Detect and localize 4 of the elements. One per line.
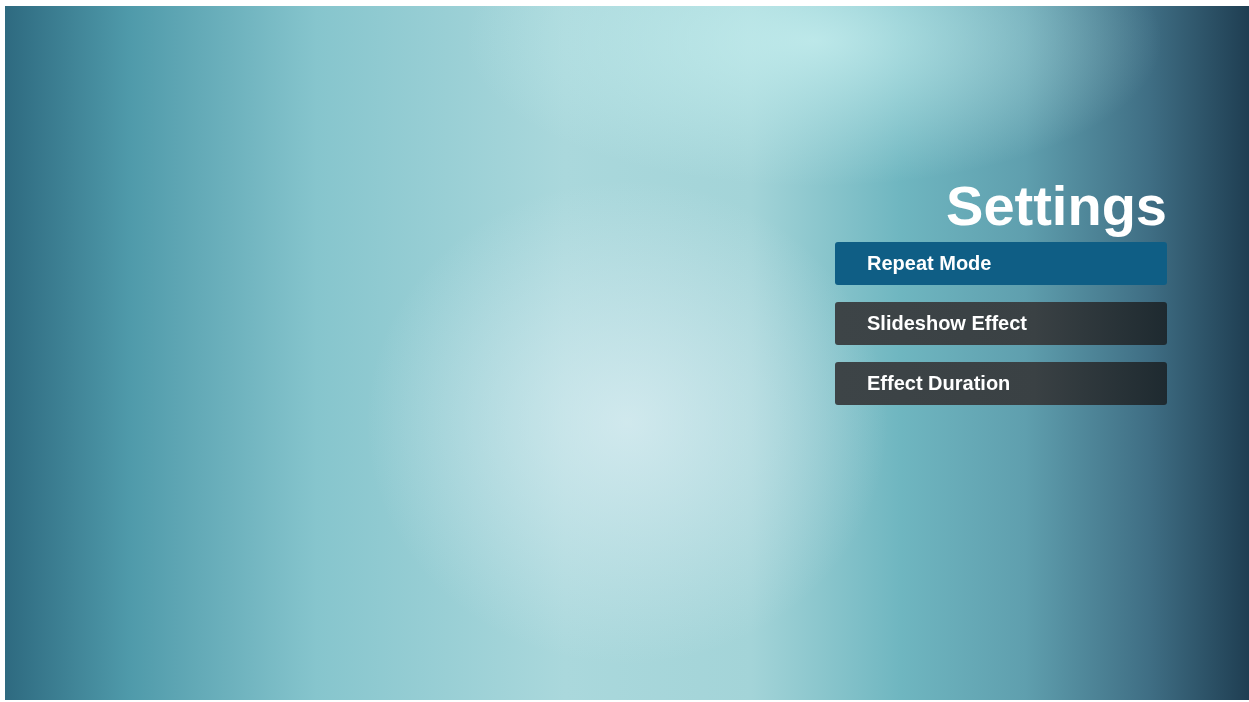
menu-item[interactable]: Effect Duration — [835, 362, 1167, 405]
menu-item[interactable]: Repeat Mode — [835, 242, 1167, 285]
menu-item[interactable]: Slideshow Effect — [835, 302, 1167, 345]
settings-title: Settings — [945, 174, 1167, 238]
